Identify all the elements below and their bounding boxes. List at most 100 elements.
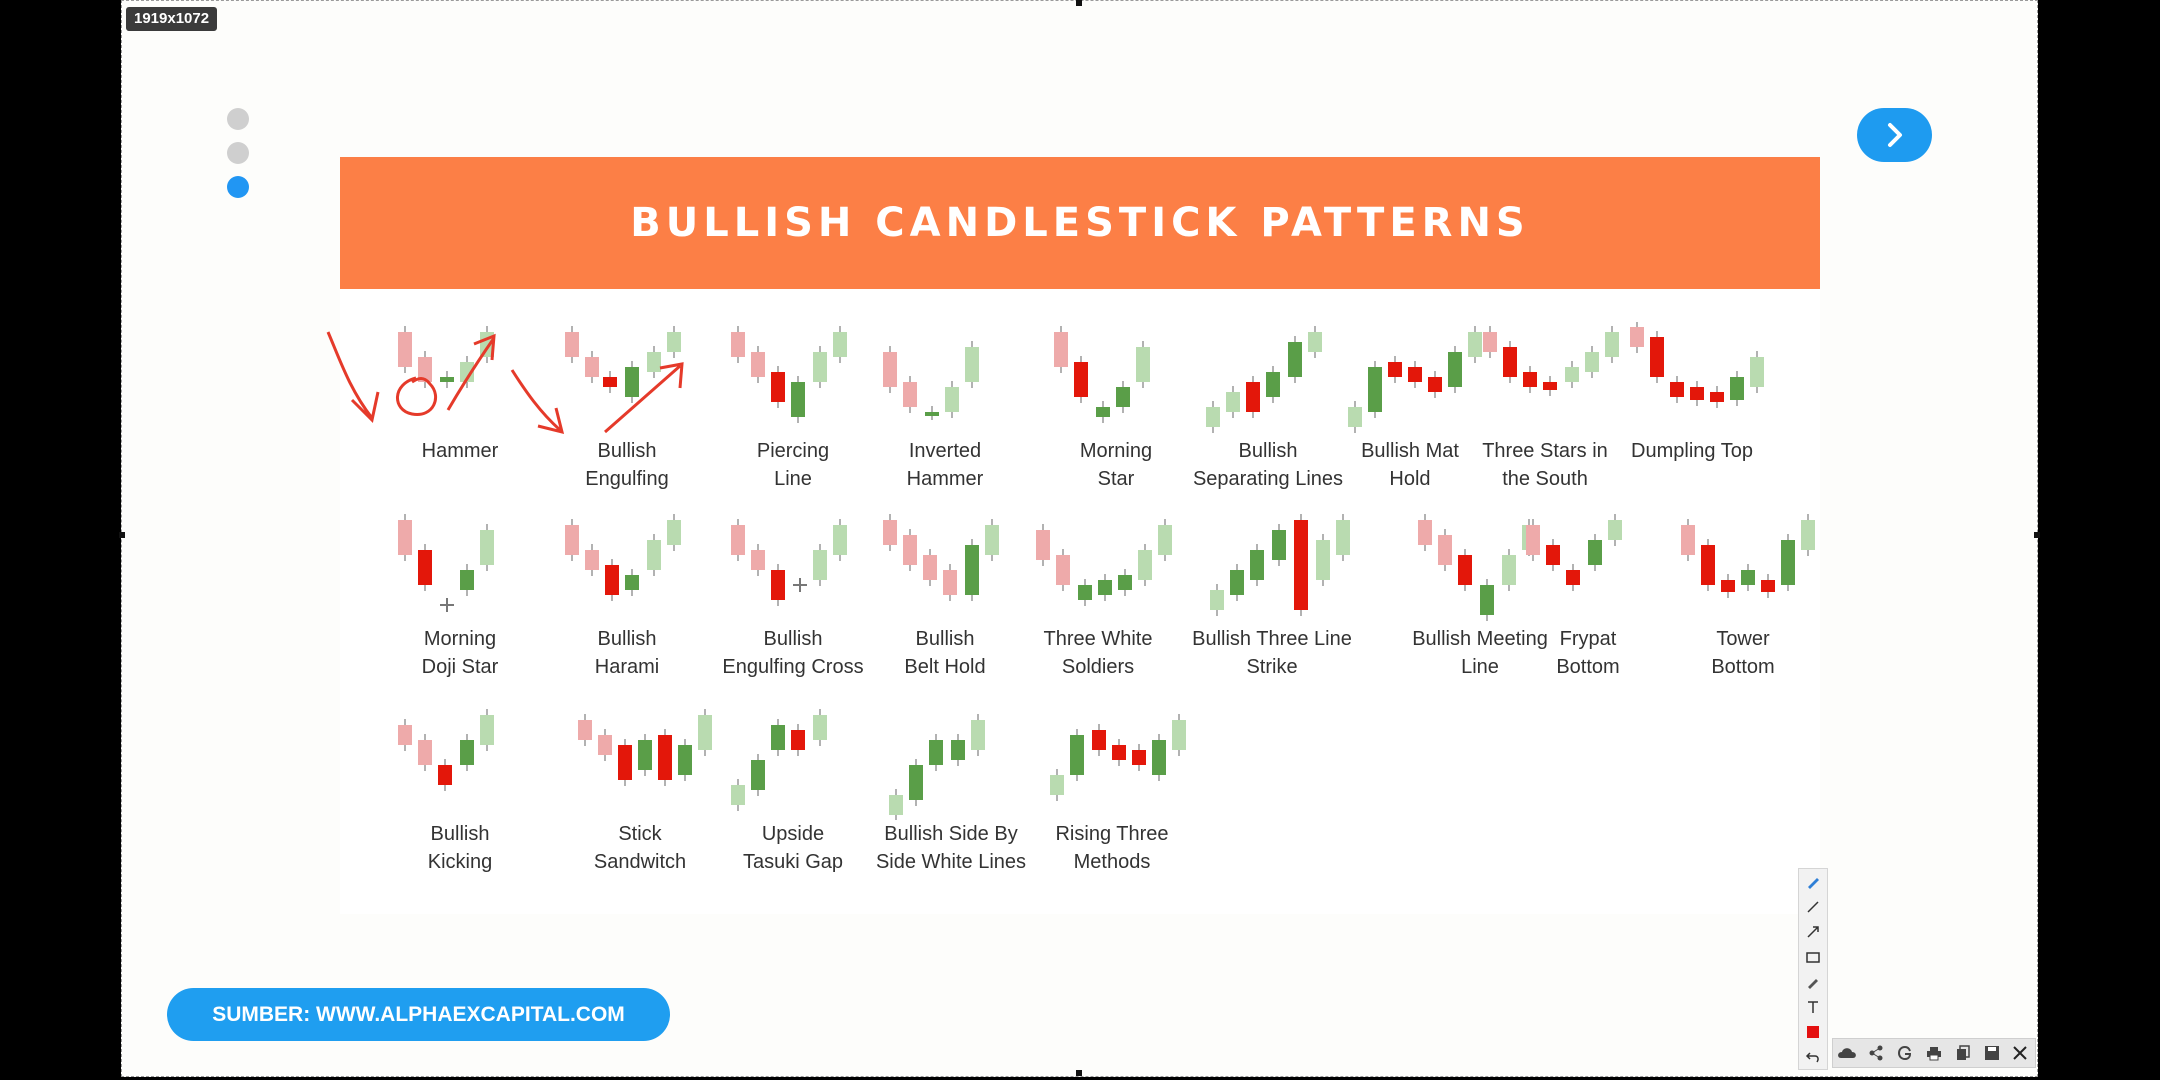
candle bbox=[1801, 514, 1815, 556]
candle bbox=[1721, 574, 1735, 598]
candle bbox=[1112, 739, 1126, 766]
rectangle-icon[interactable] bbox=[1799, 944, 1827, 969]
cloud-upload-icon[interactable] bbox=[1836, 1042, 1858, 1064]
candle bbox=[605, 559, 619, 601]
candle bbox=[1050, 769, 1064, 801]
candle bbox=[658, 729, 672, 786]
resize-handle-top[interactable] bbox=[1076, 0, 1082, 6]
candle bbox=[398, 326, 412, 373]
candle bbox=[985, 519, 999, 561]
copy-icon[interactable] bbox=[1952, 1042, 1974, 1064]
candle bbox=[1588, 534, 1602, 571]
candle bbox=[965, 341, 979, 388]
candle bbox=[460, 564, 474, 596]
pen-icon[interactable] bbox=[1799, 869, 1827, 894]
candle bbox=[1483, 326, 1497, 358]
close-icon[interactable] bbox=[2009, 1042, 2031, 1064]
slide-dot-3[interactable] bbox=[227, 176, 249, 198]
arrow-icon[interactable] bbox=[1799, 919, 1827, 944]
resize-handle-left[interactable] bbox=[119, 532, 125, 538]
save-icon[interactable] bbox=[1981, 1042, 2003, 1064]
highlighter-icon[interactable] bbox=[1799, 969, 1827, 994]
slide-dot-1[interactable] bbox=[227, 108, 249, 130]
candle bbox=[903, 376, 917, 413]
text-icon[interactable] bbox=[1799, 994, 1827, 1019]
candle bbox=[943, 564, 957, 601]
candle bbox=[1152, 734, 1166, 781]
candle bbox=[751, 346, 765, 383]
candle bbox=[751, 754, 765, 796]
pattern-label: Three White Soldiers bbox=[1043, 628, 1153, 678]
candle bbox=[1092, 724, 1106, 756]
share-icon[interactable] bbox=[1865, 1042, 1887, 1064]
candle bbox=[1226, 386, 1240, 418]
color-swatch-icon[interactable] bbox=[1799, 1019, 1827, 1044]
candle bbox=[440, 371, 454, 388]
candle bbox=[1074, 356, 1088, 403]
candle bbox=[667, 514, 681, 551]
candle bbox=[1246, 376, 1260, 418]
candle bbox=[793, 578, 807, 592]
pattern-label: Dumpling Top bbox=[1631, 440, 1753, 462]
candle bbox=[965, 539, 979, 601]
candle bbox=[1630, 322, 1644, 353]
candle bbox=[1132, 744, 1146, 771]
candle bbox=[603, 371, 617, 393]
candle bbox=[1566, 564, 1580, 591]
google-icon[interactable] bbox=[1894, 1042, 1916, 1064]
candle bbox=[1781, 534, 1795, 591]
candle bbox=[883, 346, 897, 393]
candle bbox=[791, 724, 805, 756]
candle bbox=[1368, 361, 1382, 418]
candle bbox=[903, 529, 917, 571]
candle bbox=[909, 759, 923, 806]
undo-icon[interactable] bbox=[1799, 1044, 1827, 1069]
resize-handle-bottom[interactable] bbox=[1076, 1070, 1082, 1076]
candle bbox=[1523, 366, 1537, 393]
candle bbox=[1172, 714, 1186, 756]
candlestick-sketch bbox=[1050, 714, 1186, 801]
next-slide-button[interactable] bbox=[1857, 108, 1932, 162]
candle bbox=[771, 564, 785, 606]
candle bbox=[418, 544, 432, 591]
candle bbox=[929, 734, 943, 771]
slide-dot-2[interactable] bbox=[227, 142, 249, 164]
candle bbox=[1294, 514, 1308, 616]
candle bbox=[678, 739, 692, 781]
candlestick-sketch bbox=[1681, 514, 1815, 598]
candle bbox=[1070, 729, 1084, 781]
candle bbox=[1118, 569, 1132, 596]
candle bbox=[771, 366, 785, 408]
candle bbox=[1336, 514, 1350, 561]
candle bbox=[1418, 514, 1432, 551]
candle bbox=[883, 514, 897, 551]
source-link-button[interactable]: SUMBER: WWW.ALPHAEXCAPITAL.COM bbox=[167, 988, 670, 1041]
line-icon[interactable] bbox=[1799, 894, 1827, 919]
candle bbox=[1526, 519, 1540, 561]
candle bbox=[440, 598, 454, 612]
candle bbox=[1750, 351, 1764, 393]
candle bbox=[1543, 376, 1557, 396]
candlestick-sketch bbox=[1036, 519, 1172, 606]
candle bbox=[1690, 381, 1704, 406]
candle bbox=[1730, 371, 1744, 406]
resize-handle-right[interactable] bbox=[2034, 532, 2040, 538]
pattern-item: Bullish Kicking bbox=[360, 705, 560, 876]
candle bbox=[638, 734, 652, 776]
candle bbox=[1098, 574, 1112, 601]
candle bbox=[1428, 371, 1442, 398]
candle bbox=[585, 351, 599, 383]
candle bbox=[1210, 584, 1224, 616]
candle bbox=[813, 709, 827, 746]
candle bbox=[1388, 356, 1402, 383]
candle bbox=[1741, 564, 1755, 591]
print-icon[interactable] bbox=[1923, 1042, 1945, 1064]
candle bbox=[460, 356, 474, 388]
candle bbox=[889, 789, 903, 820]
candle bbox=[565, 326, 579, 363]
candlestick-sketch bbox=[565, 514, 681, 601]
candle bbox=[731, 779, 745, 811]
candle bbox=[1710, 386, 1724, 408]
candle bbox=[667, 326, 681, 358]
candle bbox=[438, 759, 452, 791]
